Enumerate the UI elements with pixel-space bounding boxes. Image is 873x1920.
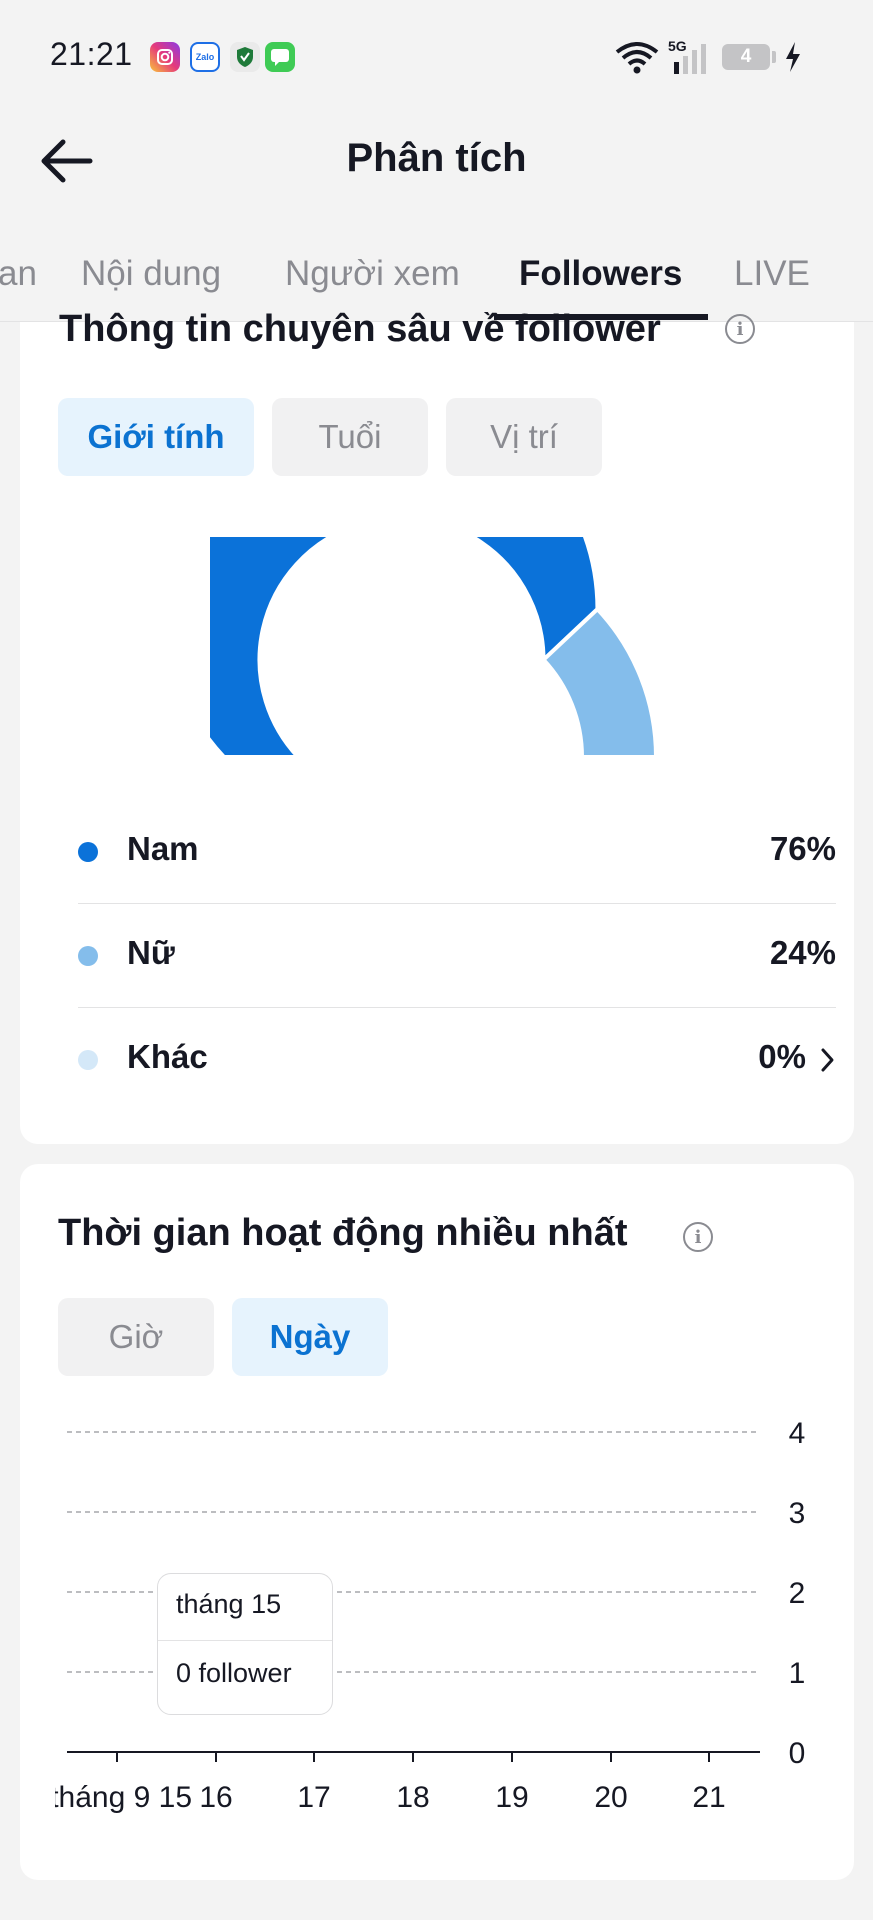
divider xyxy=(158,1640,332,1641)
instagram-icon xyxy=(150,42,180,72)
x-tick-label: tháng 9 15 xyxy=(55,1781,192,1814)
tab-followers[interactable]: Followers xyxy=(519,254,682,294)
most-active-title: Thời gian hoạt động nhiều nhất xyxy=(58,1212,628,1254)
legend-row-male: Nam 76% xyxy=(78,800,836,904)
x-tick-label: 21 xyxy=(692,1781,725,1814)
legend-label: Nam xyxy=(127,830,199,867)
gauge-segment-nam xyxy=(210,537,600,759)
legend-value: 76% xyxy=(769,830,836,867)
legend-value: 24% xyxy=(769,934,836,971)
y-tick-label: 4 xyxy=(789,1417,806,1450)
x-tick-label: 16 xyxy=(199,1781,232,1814)
x-tick-label: 20 xyxy=(594,1781,627,1814)
y-tick-label: 2 xyxy=(789,1577,806,1610)
follower-insights-title: Thông tin chuyên sâu về follower xyxy=(59,308,661,350)
zalo-icon: Zalo xyxy=(190,42,220,72)
gender-gauge-chart xyxy=(210,537,659,759)
tab-content[interactable]: Nội dung xyxy=(81,254,221,294)
tab-overview[interactable]: an xyxy=(0,254,37,294)
gender-filter-button[interactable]: Giới tính xyxy=(58,398,254,476)
y-tick-label: 3 xyxy=(789,1497,806,1530)
follower-insights-card: Thông tin chuyên sâu về follower i Giới … xyxy=(20,308,854,1144)
legend-label: Nữ xyxy=(127,934,175,971)
tooltip-date: tháng 15 xyxy=(176,1589,282,1619)
y-tick-label: 0 xyxy=(789,1737,806,1770)
tooltip-value: 0 follower xyxy=(176,1658,292,1688)
legend-dot xyxy=(78,946,98,966)
messages-icon xyxy=(265,42,295,72)
info-icon[interactable]: i xyxy=(725,314,755,344)
battery-cap xyxy=(772,51,776,63)
legend-dot xyxy=(78,842,98,862)
x-tick-label: 17 xyxy=(297,1781,330,1814)
tab-live[interactable]: LIVE xyxy=(734,254,810,294)
chart-tooltip: tháng 15 0 follower xyxy=(157,1573,333,1715)
legend-row-female: Nữ 24% xyxy=(78,904,836,1008)
battery-level: 4 xyxy=(740,46,752,67)
location-filter-button[interactable]: Vị trí xyxy=(446,398,602,476)
page-title: Phân tích xyxy=(346,136,527,180)
wifi-icon xyxy=(615,40,659,79)
legend-dot xyxy=(78,1050,98,1070)
x-tick-label: 18 xyxy=(396,1781,429,1814)
battery-icon: 4 xyxy=(722,44,770,70)
legend-value: 0% xyxy=(758,1038,806,1075)
signal-icon xyxy=(672,44,710,79)
age-filter-button[interactable]: Tuổi xyxy=(272,398,428,476)
charging-icon xyxy=(784,42,802,77)
shield-app-icon xyxy=(230,42,260,72)
status-time: 21:21 xyxy=(50,36,133,72)
legend-row-other[interactable]: Khác 0% xyxy=(78,1008,836,1112)
hour-filter-button[interactable]: Giờ xyxy=(58,1298,214,1376)
chevron-right-icon[interactable] xyxy=(820,1047,836,1073)
legend-label: Khác xyxy=(127,1038,208,1075)
tab-viewers[interactable]: Người xem xyxy=(285,254,460,294)
info-icon[interactable]: i xyxy=(683,1222,713,1252)
y-tick-label: 1 xyxy=(789,1657,806,1690)
x-tick-label: 19 xyxy=(495,1781,528,1814)
day-filter-button[interactable]: Ngày xyxy=(232,1298,388,1376)
